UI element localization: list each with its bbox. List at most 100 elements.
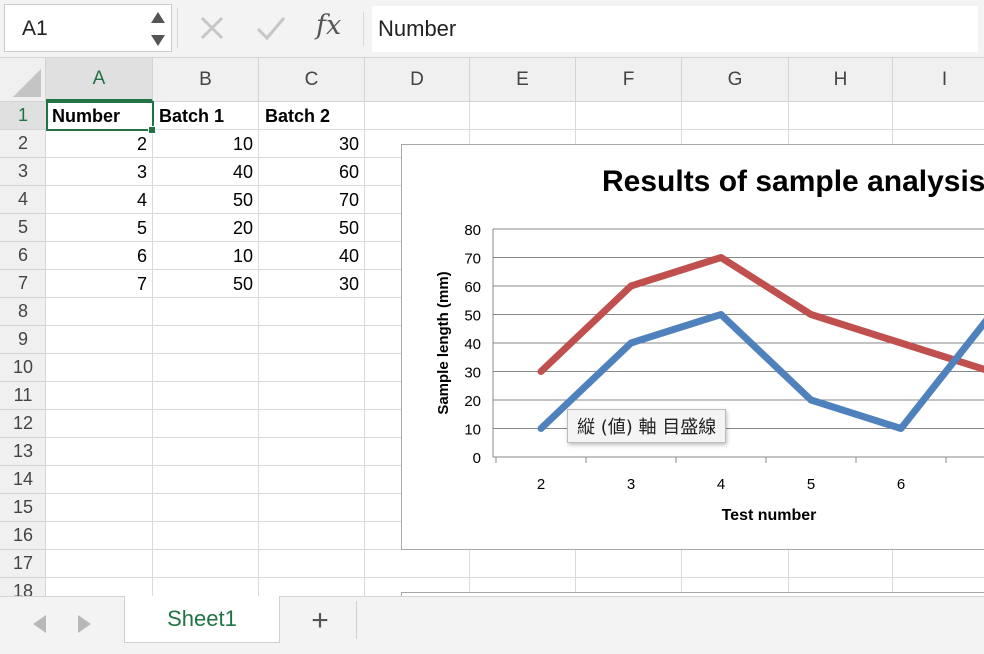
- x-tick-label: 5: [807, 476, 815, 493]
- data-cell[interactable]: 50: [153, 186, 259, 214]
- chart-tooltip: 縦 (値) 軸 目盛線: [567, 409, 727, 443]
- data-point: [900, 427, 902, 430]
- data-cell[interactable]: 10: [153, 130, 259, 158]
- row-header-18[interactable]: 18: [0, 578, 46, 596]
- row-header-17[interactable]: 17: [0, 550, 46, 578]
- fill-handle[interactable]: [148, 126, 156, 134]
- x-axis-title: Test number: [722, 507, 817, 524]
- header-cell[interactable]: Batch 2: [259, 102, 365, 130]
- row-header-7[interactable]: 7: [0, 270, 46, 298]
- cancel-button[interactable]: [194, 10, 230, 46]
- triangle-right-icon[interactable]: [78, 615, 91, 633]
- column-header-d[interactable]: D: [365, 58, 470, 102]
- y-tick-label: 30: [464, 365, 481, 382]
- y-tick-label: 50: [464, 308, 481, 325]
- y-tick-label: 40: [464, 336, 481, 353]
- chart-plot: 01020304050607080234567Test numberSample…: [435, 222, 984, 524]
- data-cell[interactable]: 40: [153, 158, 259, 186]
- row-header-1[interactable]: 1: [0, 102, 46, 130]
- data-point: [720, 313, 722, 316]
- data-cell[interactable]: 70: [259, 186, 365, 214]
- x-tick-label: 3: [627, 476, 635, 493]
- column-header-i[interactable]: I: [893, 58, 984, 102]
- up-arrow-icon: [151, 12, 165, 23]
- column-header-c[interactable]: C: [259, 58, 365, 102]
- selected-cell-border: [46, 101, 154, 131]
- row-header-11[interactable]: 11: [0, 382, 46, 410]
- line-chart[interactable]: Results of sample analysis 0 10 20 30 40 50 60…: [401, 144, 984, 550]
- data-point: [540, 427, 542, 430]
- row-header-2[interactable]: 2: [0, 130, 46, 158]
- data-cell[interactable]: 30: [259, 270, 365, 298]
- row-header-9[interactable]: 9: [0, 326, 46, 354]
- formula-text: Number: [378, 16, 457, 41]
- column-header-b[interactable]: B: [153, 58, 259, 102]
- sheet-tab-bar: Sheet1 +: [0, 596, 984, 654]
- x-tick-label: 6: [897, 476, 905, 493]
- x-tick-label: 2: [537, 476, 545, 493]
- data-cell[interactable]: 6: [46, 242, 153, 270]
- column-headers: ABCDEFGHI: [46, 58, 984, 102]
- formula-input[interactable]: Number: [372, 6, 978, 52]
- data-cell[interactable]: 4: [46, 186, 153, 214]
- down-arrow-icon: [151, 35, 165, 46]
- header-cell[interactable]: Batch 1: [153, 102, 259, 130]
- row-header-14[interactable]: 14: [0, 466, 46, 494]
- row-headers: 1 2 3 4 5 6 7 8 9 10 11 12 13 14 15 16 17 18: [0, 102, 46, 596]
- name-box-dropdown[interactable]: [151, 10, 167, 48]
- row-header-3[interactable]: 3: [0, 158, 46, 186]
- row-header-12[interactable]: 12: [0, 410, 46, 438]
- data-point: [720, 256, 722, 259]
- add-sheet-button[interactable]: +: [304, 604, 336, 637]
- data-cell[interactable]: 5: [46, 214, 153, 242]
- row-header-5[interactable]: 5: [0, 214, 46, 242]
- y-axis-title: Sample length (mm): [435, 271, 452, 414]
- data-cell[interactable]: 20: [153, 214, 259, 242]
- divider: [356, 601, 357, 639]
- data-cell[interactable]: 60: [259, 158, 365, 186]
- data-cell[interactable]: 40: [259, 242, 365, 270]
- gridline: [46, 577, 984, 578]
- x-icon: [200, 16, 224, 40]
- data-point: [810, 313, 812, 316]
- data-cell[interactable]: 10: [153, 242, 259, 270]
- column-header-a[interactable]: A: [46, 58, 153, 102]
- row-header-16[interactable]: 16: [0, 522, 46, 550]
- y-tick-label: 80: [464, 222, 481, 239]
- data-cell[interactable]: 50: [153, 270, 259, 298]
- y-tick-label: 60: [464, 279, 481, 296]
- select-all-icon: [13, 69, 41, 97]
- row-header-15[interactable]: 15: [0, 494, 46, 522]
- data-cell[interactable]: 2: [46, 130, 153, 158]
- triangle-left-icon[interactable]: [33, 615, 46, 633]
- divider: [177, 8, 178, 48]
- y-tick-label: 70: [464, 251, 481, 268]
- column-header-g[interactable]: G: [682, 58, 789, 102]
- name-box[interactable]: A1: [4, 4, 172, 52]
- row-header-6[interactable]: 6: [0, 242, 46, 270]
- x-tick-label: 4: [717, 476, 725, 493]
- name-box-value: A1: [22, 17, 48, 40]
- select-all-button[interactable]: [0, 58, 46, 102]
- data-cell[interactable]: 50: [259, 214, 365, 242]
- column-header-f[interactable]: F: [576, 58, 682, 102]
- insert-function-button[interactable]: fx: [316, 10, 341, 41]
- row-header-10[interactable]: 10: [0, 354, 46, 382]
- row-header-8[interactable]: 8: [0, 298, 46, 326]
- y-tick-label: 20: [464, 393, 481, 410]
- data-point: [900, 342, 902, 344]
- data-point: [810, 399, 812, 401]
- data-cell[interactable]: 7: [46, 270, 153, 298]
- y-tick-label: 10: [464, 422, 481, 439]
- row-header-13[interactable]: 13: [0, 438, 46, 466]
- data-cell[interactable]: 30: [259, 130, 365, 158]
- formula-bar: A1 fx Number: [0, 0, 984, 58]
- confirm-button[interactable]: [253, 10, 289, 46]
- sheet-tab-sheet1[interactable]: Sheet1: [124, 596, 280, 643]
- checkmark-icon: [256, 17, 286, 41]
- column-header-h[interactable]: H: [789, 58, 893, 102]
- data-cell[interactable]: 3: [46, 158, 153, 186]
- row-header-4[interactable]: 4: [0, 186, 46, 214]
- divider: [363, 12, 364, 46]
- column-header-e[interactable]: E: [470, 58, 576, 102]
